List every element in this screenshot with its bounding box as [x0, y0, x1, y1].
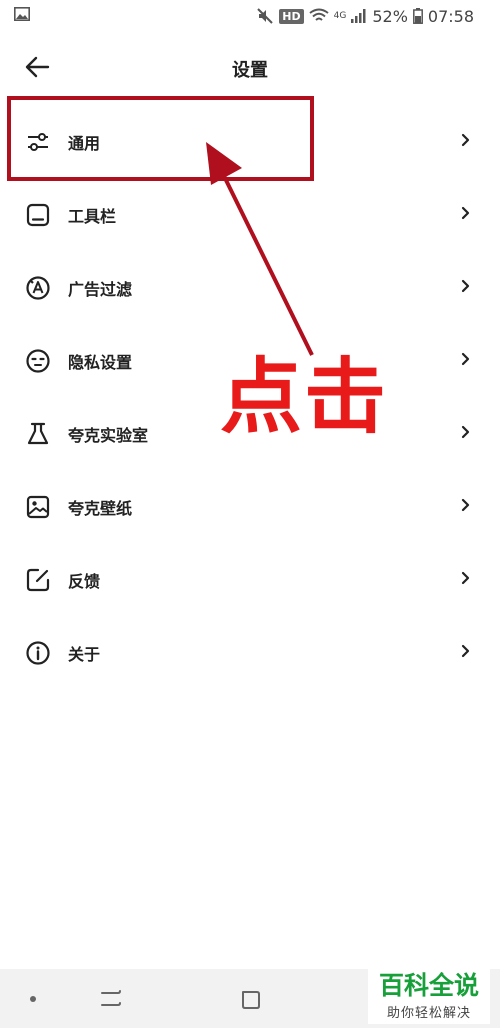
chevron-right-icon [461, 133, 470, 147]
hd-badge: HD [279, 8, 304, 24]
dot-icon[interactable] [28, 994, 38, 1004]
home-button-icon[interactable] [238, 988, 264, 1012]
menu-item-wallpaper[interactable]: 夸克壁纸 [0, 469, 500, 542]
chevron-right-icon [461, 571, 470, 585]
chevron-right-icon [461, 206, 470, 220]
menu-item-about[interactable]: 关于 [0, 615, 500, 688]
menu-item-label: 关于 [68, 645, 101, 664]
chevron-right-icon [461, 644, 470, 658]
menu-item-label: 工具栏 [68, 207, 117, 226]
menu-item-label: 反馈 [68, 572, 101, 591]
feedback-edit-icon [26, 568, 50, 592]
wifi-icon [309, 8, 329, 21]
highlight-box [7, 96, 314, 181]
menu-item-label: 广告过滤 [68, 280, 133, 299]
network-type: 4G [333, 10, 347, 21]
menu-item-feedback[interactable]: 反馈 [0, 542, 500, 615]
watermark-subtitle: 助你轻松解决 [386, 1006, 471, 1021]
battery-icon [412, 8, 423, 24]
chevron-right-icon [461, 352, 470, 366]
chevron-right-icon [461, 279, 470, 293]
menu-item-ad-filter[interactable]: 广告过滤 [0, 250, 500, 323]
chevron-right-icon [461, 425, 470, 439]
mute-icon [257, 8, 273, 24]
page-title: 设置 [232, 60, 268, 81]
header: 设置 [0, 42, 500, 94]
menu-item-label: 隐私设置 [68, 353, 133, 372]
flask-icon [27, 422, 49, 445]
chevron-right-icon [461, 498, 470, 512]
info-icon [26, 641, 50, 665]
watermark-title: 百科全说 [378, 971, 479, 1000]
status-bar: HD 4G 52% 07:58 [0, 0, 500, 32]
status-icons: HD 4G 52% 07:58 [256, 4, 474, 28]
recent-apps-icon[interactable] [98, 987, 126, 1011]
gallery-notification-icon [14, 7, 30, 21]
annotation-text: 点击 [220, 350, 389, 445]
clock: 07:58 [427, 6, 474, 26]
menu-item-label: 夸克壁纸 [68, 499, 133, 518]
battery-percent: 52% [372, 6, 408, 26]
ad-filter-icon [26, 276, 50, 300]
toolbar-icon [26, 203, 50, 227]
menu-item-toolbar[interactable]: 工具栏 [0, 177, 500, 250]
privacy-face-icon [26, 349, 50, 373]
menu-item-label: 夸克实验室 [68, 426, 149, 445]
signal-icon [351, 9, 366, 23]
wallpaper-image-icon [26, 495, 50, 519]
watermark: 百科全说 助你轻松解决 [368, 966, 490, 1024]
